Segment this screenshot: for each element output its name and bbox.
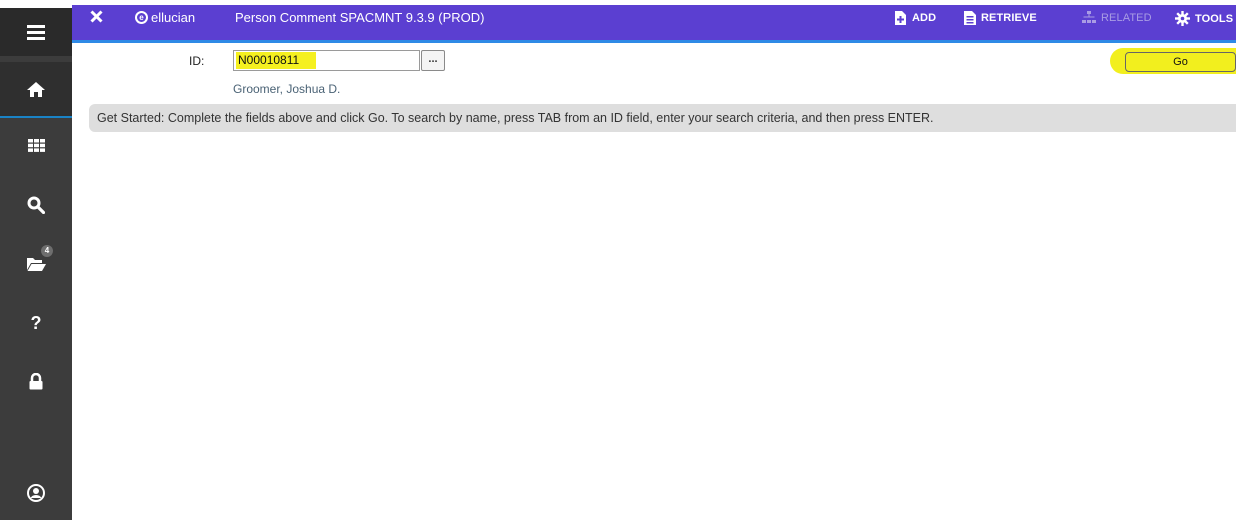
tools-button[interactable]: TOOLS [1175,11,1233,26]
retrieve-button[interactable]: RETRIEVE [964,11,1037,25]
ellucian-logo: e ellucian [135,10,195,25]
close-icon [90,10,103,23]
retrieve-label: RETRIEVE [981,12,1037,24]
sidebar-top-strip [0,0,72,8]
go-button[interactable]: Go [1125,52,1236,72]
sidebar: 4 ? [0,0,72,520]
brand-name: ellucian [151,10,196,25]
applications-button[interactable] [0,122,72,168]
add-icon [895,11,906,25]
sign-out-button[interactable] [0,358,72,404]
home-button[interactable] [0,62,72,118]
user-profile-button[interactable] [0,470,72,516]
related-label: RELATED [1101,11,1152,24]
user-icon [27,484,45,502]
help-button[interactable]: ? [0,300,72,346]
menu-icon [27,25,45,40]
id-lookup-button[interactable]: ... [421,50,445,71]
id-label: ID: [189,54,205,68]
recent-count-badge: 4 [41,245,53,257]
menu-button[interactable] [0,8,72,56]
tools-label: TOOLS [1195,12,1234,25]
retrieve-icon [964,11,976,25]
add-label: ADD [912,12,937,24]
get-started-banner: Get Started: Complete the fields above a… [89,104,1236,132]
home-icon [27,81,45,97]
banner-application: 4 ? e ellucian Person Comment SPACMNT 9.… [0,0,1236,520]
header-top-stripe [72,0,1236,5]
header-bar: e ellucian Person Comment SPACMNT 9.3.9 … [72,0,1236,40]
add-button[interactable]: ADD [894,11,936,25]
related-icon [1082,11,1096,23]
grid-icon [27,138,45,152]
recently-opened-button[interactable]: 4 [0,240,72,286]
page-title: Person Comment SPACMNT 9.3.9 (PROD) [235,10,485,25]
id-value[interactable]: N00010811 [238,53,299,67]
search-button[interactable] [0,182,72,228]
header-underline [72,40,1236,43]
related-button[interactable]: RELATED [1082,11,1152,24]
ellucian-logo-icon: e [135,11,148,24]
folder-open-icon [26,257,46,271]
help-icon: ? [30,312,42,333]
lock-icon [29,372,43,389]
person-name: Groomer, Joshua D. [233,82,341,96]
close-button[interactable] [90,8,103,28]
search-icon [27,196,45,214]
gear-icon [1175,11,1190,26]
